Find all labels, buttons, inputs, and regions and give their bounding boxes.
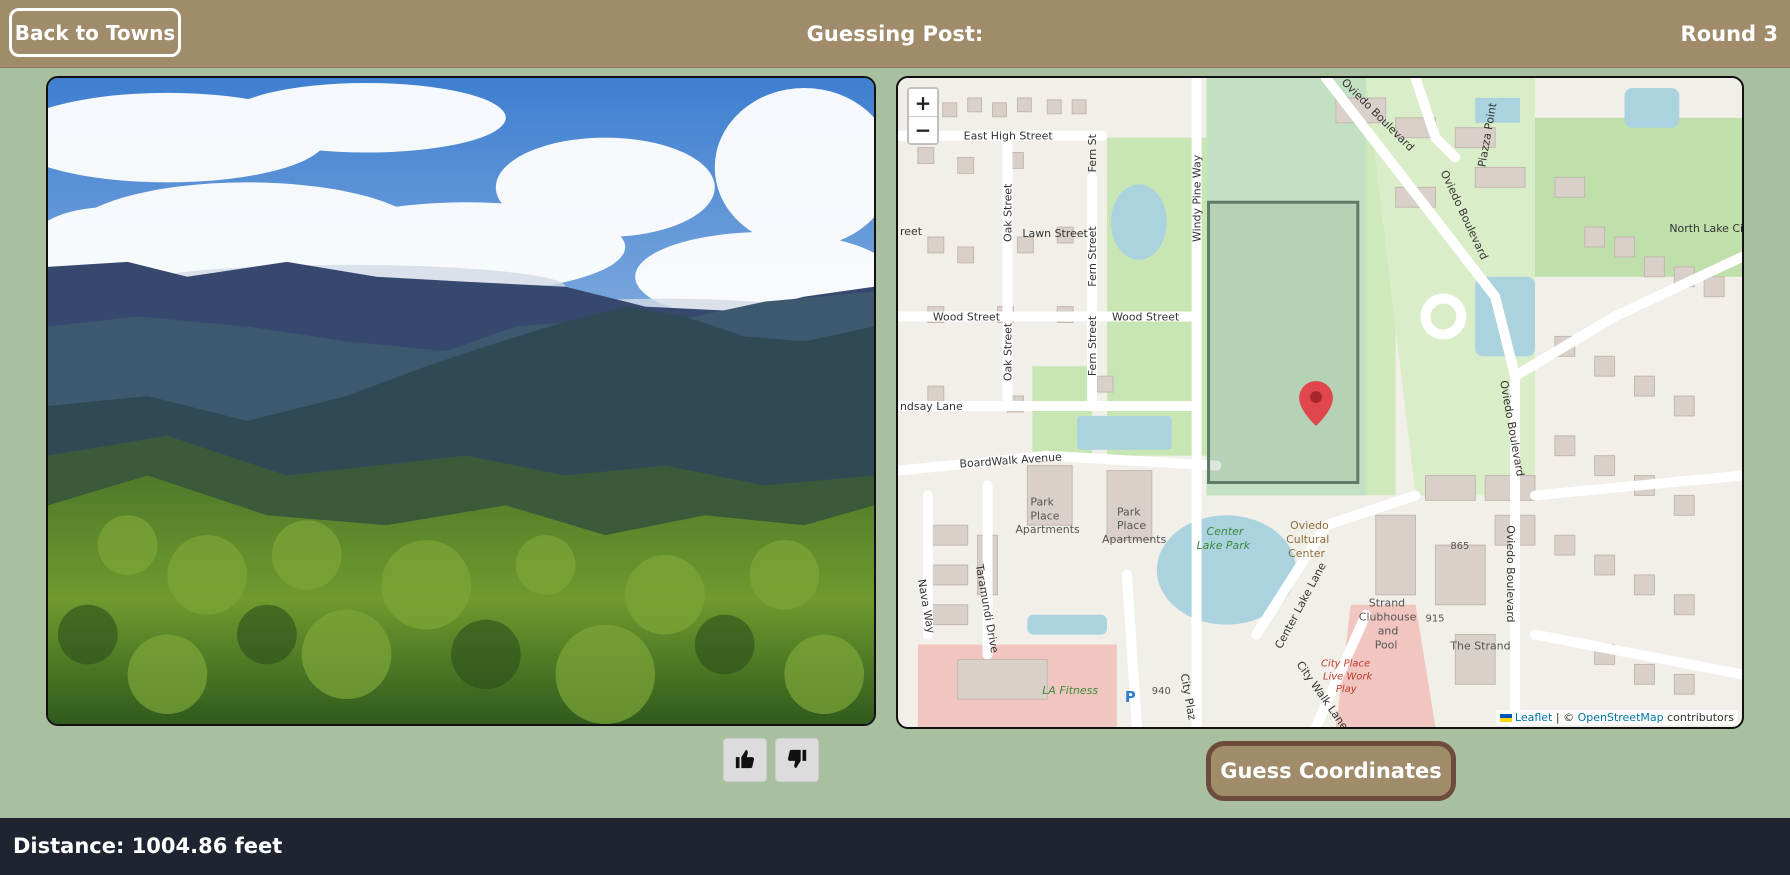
street-label: Fern Street xyxy=(1086,226,1099,287)
round-indicator: Round 3 xyxy=(1680,22,1778,46)
place-label: Center xyxy=(1288,547,1325,560)
place-label: LA Fitness xyxy=(1042,684,1098,697)
top-bar: Back to Towns Guessing Post: Round 3 xyxy=(0,0,1790,68)
post-photo xyxy=(46,76,876,726)
place-label: Strand xyxy=(1369,597,1405,610)
street-label: Windy Pine Way xyxy=(1191,154,1204,242)
ukraine-flag-icon xyxy=(1499,714,1512,722)
place-label: Park xyxy=(1117,505,1141,518)
place-label: Play xyxy=(1336,684,1357,695)
place-label: 915 xyxy=(1426,614,1445,625)
place-label: Oviedo xyxy=(1290,519,1329,532)
place-label: Place xyxy=(1117,519,1146,532)
place-label: Cultural xyxy=(1286,533,1329,546)
place-label: Park xyxy=(1030,495,1054,508)
street-label: North Lake Ci xyxy=(1669,222,1742,235)
place-label: Apartments xyxy=(1102,533,1167,546)
place-label: Place xyxy=(1030,509,1059,522)
place-label: Center xyxy=(1207,525,1245,538)
street-label: ndsay Lane xyxy=(900,400,963,413)
place-label: Live Work xyxy=(1323,671,1373,682)
openstreetmap-link[interactable]: OpenStreetMap xyxy=(1578,711,1664,724)
guess-coordinates-button[interactable]: Guess Coordinates xyxy=(1206,741,1456,801)
attribution-separator: | © xyxy=(1552,711,1578,724)
thumbs-down-icon xyxy=(787,749,807,768)
street-label: Oak Street xyxy=(1001,183,1014,242)
map-attribution: Leaflet | © OpenStreetMap contributors xyxy=(1495,710,1738,725)
place-label: Apartments xyxy=(1015,523,1080,536)
thumbs-down-button[interactable] xyxy=(775,738,819,782)
street-label: Fern Street xyxy=(1086,315,1099,376)
place-label: The Strand xyxy=(1449,639,1510,652)
status-bar: Distance: 1004.86 feet xyxy=(0,818,1790,875)
attribution-contributors: contributors xyxy=(1663,711,1734,724)
street-label: Fern St xyxy=(1086,133,1099,172)
zoom-out-button[interactable]: − xyxy=(909,116,937,143)
street-label: East High Street xyxy=(964,130,1054,143)
street-label: Wood Street xyxy=(1112,311,1180,324)
place-label: Clubhouse xyxy=(1359,611,1417,624)
street-label: Oviedo Boulevard xyxy=(1504,525,1517,622)
guess-map[interactable]: East High Street Lawn Street Wood Street… xyxy=(896,76,1744,729)
thumbs-up-button[interactable] xyxy=(723,738,767,782)
street-label: Wood Street xyxy=(933,311,1001,324)
street-label: Oak Street xyxy=(1001,322,1014,381)
zoom-control: + − xyxy=(907,87,939,145)
street-label: Lawn Street xyxy=(1022,227,1088,240)
mountain-forest-landscape-image xyxy=(48,78,874,724)
place-label: and xyxy=(1378,625,1399,638)
place-label: 865 xyxy=(1450,541,1469,552)
place-label: 940 xyxy=(1152,686,1171,697)
page-title: Guessing Post: xyxy=(806,22,984,46)
thumbs-up-icon xyxy=(735,749,755,768)
map-canvas[interactable]: East High Street Lawn Street Wood Street… xyxy=(898,78,1742,727)
parking-icon: P xyxy=(1125,688,1136,706)
leaflet-link[interactable]: Leaflet xyxy=(1515,711,1552,724)
distance-readout: Distance: 1004.86 feet xyxy=(13,834,283,858)
street-label: reet xyxy=(900,225,923,238)
place-label: City Place xyxy=(1321,658,1370,669)
place-label: Pool xyxy=(1375,638,1398,651)
place-label: Lake Park xyxy=(1197,539,1251,552)
zoom-in-button[interactable]: + xyxy=(909,89,937,116)
